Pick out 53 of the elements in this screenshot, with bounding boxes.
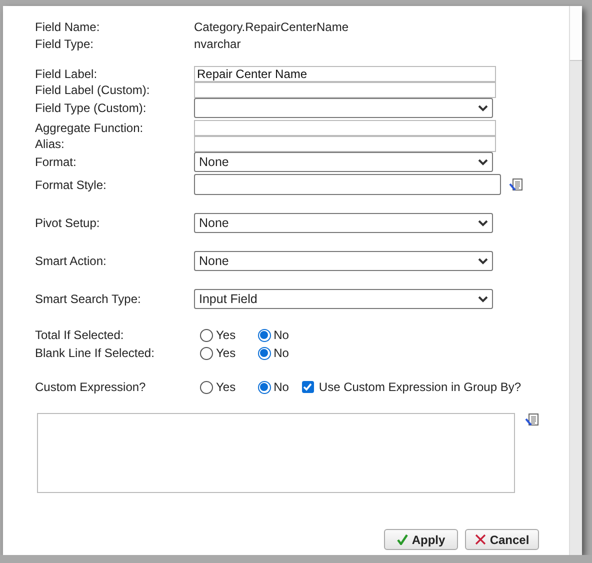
check-icon <box>396 534 408 545</box>
radio-button[interactable] <box>200 346 213 360</box>
field-label: Smart Action: <box>35 254 108 268</box>
apply-button[interactable]: Apply <box>384 529 458 550</box>
radio-label: Yes <box>216 380 236 394</box>
info-label: Field Name: <box>35 20 101 34</box>
text-input[interactable] <box>194 120 496 136</box>
close-icon <box>474 534 486 545</box>
field-label: Aggregate Function: <box>35 121 144 135</box>
cancel-button[interactable]: Cancel <box>465 529 539 550</box>
radio-button[interactable] <box>258 346 271 360</box>
field-label: Blank Line If Selected: <box>35 346 156 360</box>
chevron-down-icon <box>478 220 488 226</box>
text-input[interactable] <box>194 82 496 98</box>
field-label: Alias: <box>35 137 66 151</box>
checkbox-label: Use Custom Expression in Group By? <box>318 380 522 394</box>
field-label: Field Label: <box>35 67 98 81</box>
radio-button[interactable] <box>258 328 271 342</box>
dropdown[interactable]: Input Field <box>194 289 493 309</box>
chevron-down-icon <box>478 104 488 112</box>
radio-label: No <box>274 346 289 360</box>
edit-list-icon[interactable] <box>525 413 539 427</box>
radio-button[interactable] <box>200 380 213 394</box>
dropdown[interactable]: None <box>194 251 493 271</box>
radio-button[interactable] <box>200 328 213 342</box>
dropdown[interactable]: None <box>194 152 493 172</box>
field-label: Total If Selected: <box>35 328 125 342</box>
info-label: Field Type: <box>35 37 94 51</box>
field-label: Field Label (Custom): <box>35 83 151 97</box>
info-value: nvarchar <box>194 37 242 51</box>
chevron-down-icon <box>478 158 488 166</box>
radio-label: No <box>274 380 289 394</box>
field-label: Custom Expression? <box>35 380 147 394</box>
info-value: Category.RepairCenterName <box>194 20 350 34</box>
radio-label: No <box>274 328 289 342</box>
chevron-down-icon <box>478 258 488 264</box>
text-input[interactable]: Repair Center Name <box>194 66 496 82</box>
text-input[interactable] <box>194 174 501 195</box>
dropdown[interactable] <box>194 98 493 118</box>
dropdown[interactable]: None <box>194 213 493 233</box>
text-input[interactable] <box>194 136 496 152</box>
chevron-down-icon <box>478 296 488 302</box>
field-label: Format: <box>35 155 78 169</box>
field-label: Pivot Setup: <box>35 216 101 230</box>
radio-button[interactable] <box>258 380 271 394</box>
field-label: Format Style: <box>35 178 108 192</box>
radio-label: Yes <box>216 346 236 360</box>
checkbox[interactable] <box>302 381 314 393</box>
field-label: Field Type (Custom): <box>35 101 148 115</box>
scrollbar[interactable] <box>569 6 582 555</box>
field-label: Smart Search Type: <box>35 292 142 306</box>
radio-label: Yes <box>216 328 236 342</box>
edit-list-icon[interactable] <box>509 178 523 192</box>
